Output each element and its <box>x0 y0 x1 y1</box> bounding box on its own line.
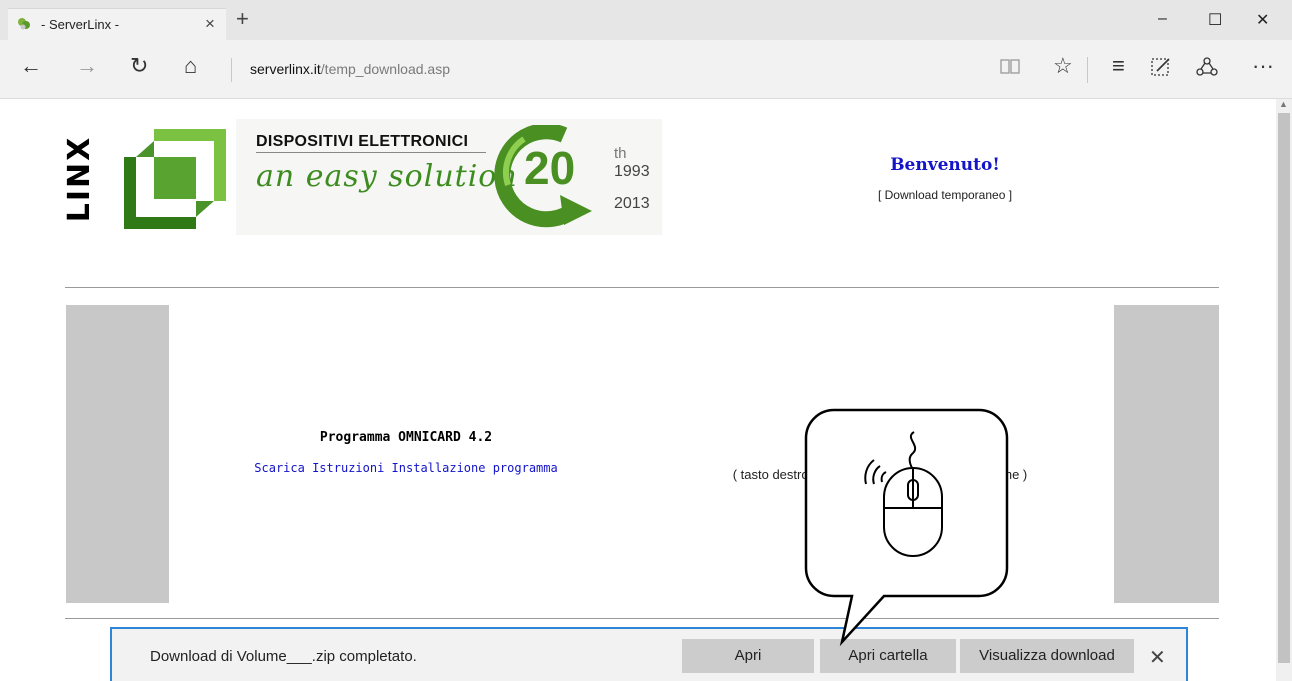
close-window-button[interactable]: ✕ <box>1256 10 1269 30</box>
scrollbar-thumb[interactable] <box>1278 113 1290 663</box>
new-tab-button[interactable]: + <box>236 8 249 30</box>
left-gray-block <box>66 305 169 603</box>
linx-logo-text: LINX <box>62 135 97 223</box>
browser-tab[interactable]: - ServerLinx - × <box>8 8 226 40</box>
title-bar: - ServerLinx - × + – ☐ ✕ <box>0 0 1292 40</box>
anniversary-number: 20 <box>524 142 576 194</box>
anniversary-suffix: th <box>614 145 627 162</box>
minimize-button[interactable]: – <box>1158 10 1167 28</box>
tab-close-icon[interactable]: × <box>205 14 215 34</box>
web-note-icon[interactable] <box>1150 56 1172 78</box>
toolbar-separator <box>1087 57 1088 83</box>
mouse-click-callout <box>804 408 1009 647</box>
reading-view-icon[interactable] <box>1000 58 1020 76</box>
maximize-button[interactable]: ☐ <box>1208 10 1222 30</box>
share-icon[interactable] <box>1196 56 1218 78</box>
url-host: serverlinx.it <box>250 61 321 77</box>
hub-icon[interactable]: ≡ <box>1112 54 1125 78</box>
web-page: LINX DISPOSITIVI ELETTRONICI an easy sol… <box>0 99 1276 681</box>
footer-divider <box>65 618 1219 619</box>
welcome-heading: Benvenuto! <box>890 155 1000 175</box>
company-banner: DISPOSITIVI ELETTRONICI an easy solution… <box>236 119 662 235</box>
favorite-star-icon[interactable]: ☆ <box>1053 54 1073 78</box>
banner-slogan: an easy solution <box>256 159 518 194</box>
banner-title: DISPOSITIVI ELETTRONICI <box>256 133 469 150</box>
page-subtitle: [ Download temporaneo ] <box>877 188 1013 202</box>
address-separator <box>231 58 232 82</box>
close-download-bar-icon[interactable]: ✕ <box>1149 645 1166 670</box>
url-path: /temp_download.asp <box>320 61 450 77</box>
linx-squares-logo <box>124 129 226 229</box>
open-button[interactable]: Apri <box>682 639 814 673</box>
back-icon[interactable]: ← <box>20 54 42 78</box>
banner-rule <box>256 152 486 153</box>
forward-icon[interactable]: → <box>76 54 98 78</box>
refresh-icon[interactable]: ↻ <box>130 54 148 78</box>
address-bar[interactable]: serverlinx.it/temp_download.asp <box>250 61 450 77</box>
instructions-link[interactable]: Scarica Istruzioni Installazione program… <box>236 461 576 475</box>
navigation-bar: ← → ↻ ⌂ serverlinx.it/temp_download.asp … <box>0 40 1292 99</box>
download-message: Download di Volume___.zip completato. <box>150 648 417 665</box>
year-start: 1993 <box>614 163 650 180</box>
download-notification-bar: Download di Volume___.zip completato. Ap… <box>110 627 1188 681</box>
linx-logo: LINX <box>62 129 98 229</box>
home-icon[interactable]: ⌂ <box>184 54 197 78</box>
right-gray-block <box>1114 305 1219 603</box>
tab-favicon <box>18 18 30 30</box>
more-icon[interactable]: ··· <box>1252 54 1274 78</box>
year-end: 2013 <box>614 195 650 212</box>
program-name: Programma OMNICARD 4.2 <box>319 430 493 445</box>
scroll-up-icon[interactable]: ▲ <box>1279 99 1288 109</box>
vertical-scrollbar[interactable]: ▲ <box>1276 99 1292 681</box>
header-divider <box>65 287 1219 288</box>
tab-title: - ServerLinx - <box>41 17 120 32</box>
